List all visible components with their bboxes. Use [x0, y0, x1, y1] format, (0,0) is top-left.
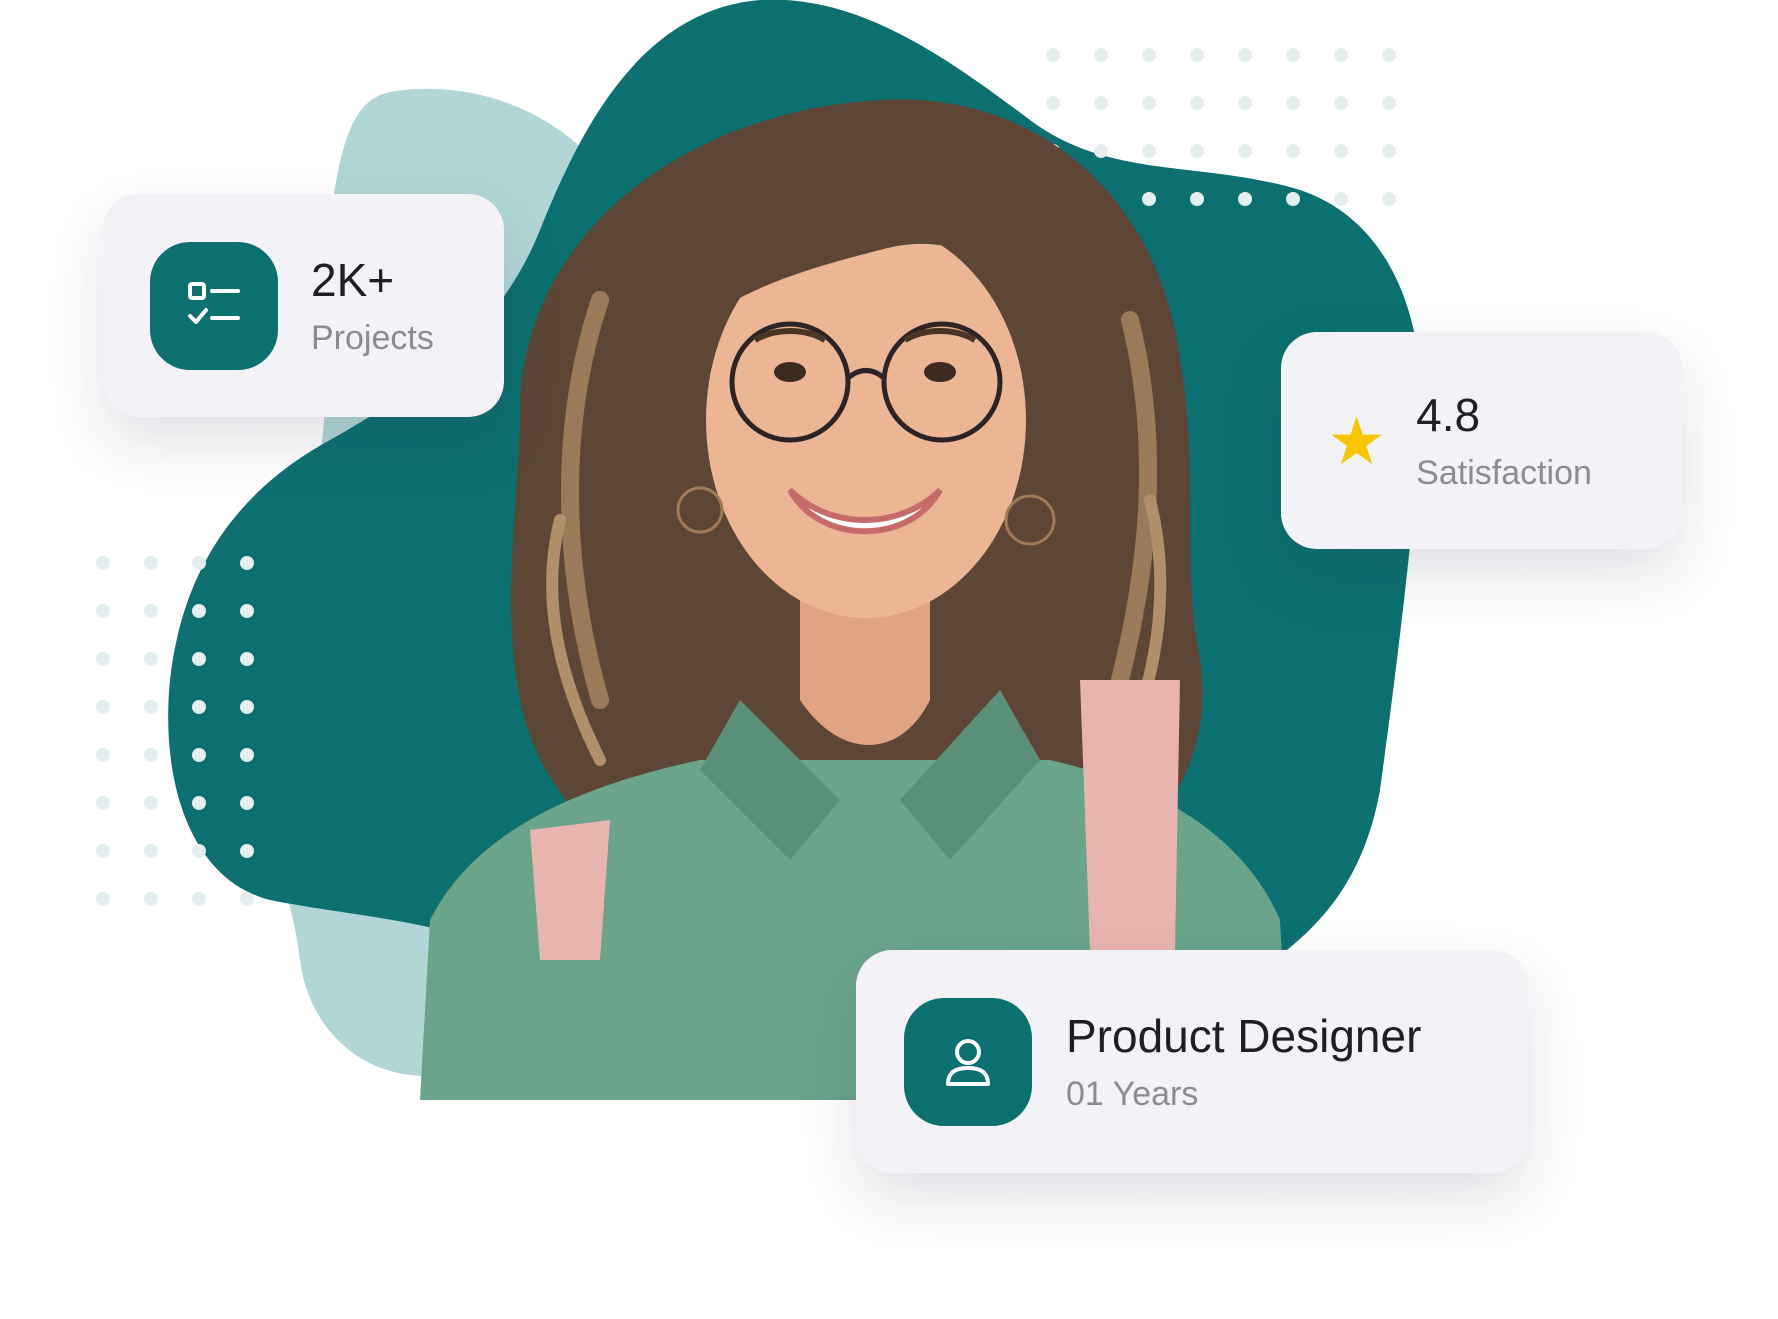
- projects-label: Projects: [311, 318, 434, 357]
- star-icon: ★: [1327, 403, 1387, 478]
- rating-label: Satisfaction: [1416, 453, 1592, 492]
- checklist-icon: [188, 281, 240, 324]
- role-stat-card: Product Designer 01 Years: [856, 950, 1528, 1173]
- hero-illustration: 2K+ Projects ★ 4.8 Satisfaction Product …: [0, 0, 1778, 1319]
- rating-stat-card: ★ 4.8 Satisfaction: [1281, 332, 1682, 549]
- rating-value: 4.8: [1416, 388, 1481, 441]
- projects-icon-tile: [150, 241, 278, 370]
- role-icon-tile: [904, 997, 1032, 1126]
- user-icon: [946, 1038, 990, 1086]
- role-value: Product Designer: [1066, 1009, 1422, 1062]
- projects-stat-card: 2K+ Projects: [103, 194, 504, 417]
- role-label: 01 Years: [1066, 1074, 1199, 1113]
- projects-value: 2K+: [311, 253, 395, 306]
